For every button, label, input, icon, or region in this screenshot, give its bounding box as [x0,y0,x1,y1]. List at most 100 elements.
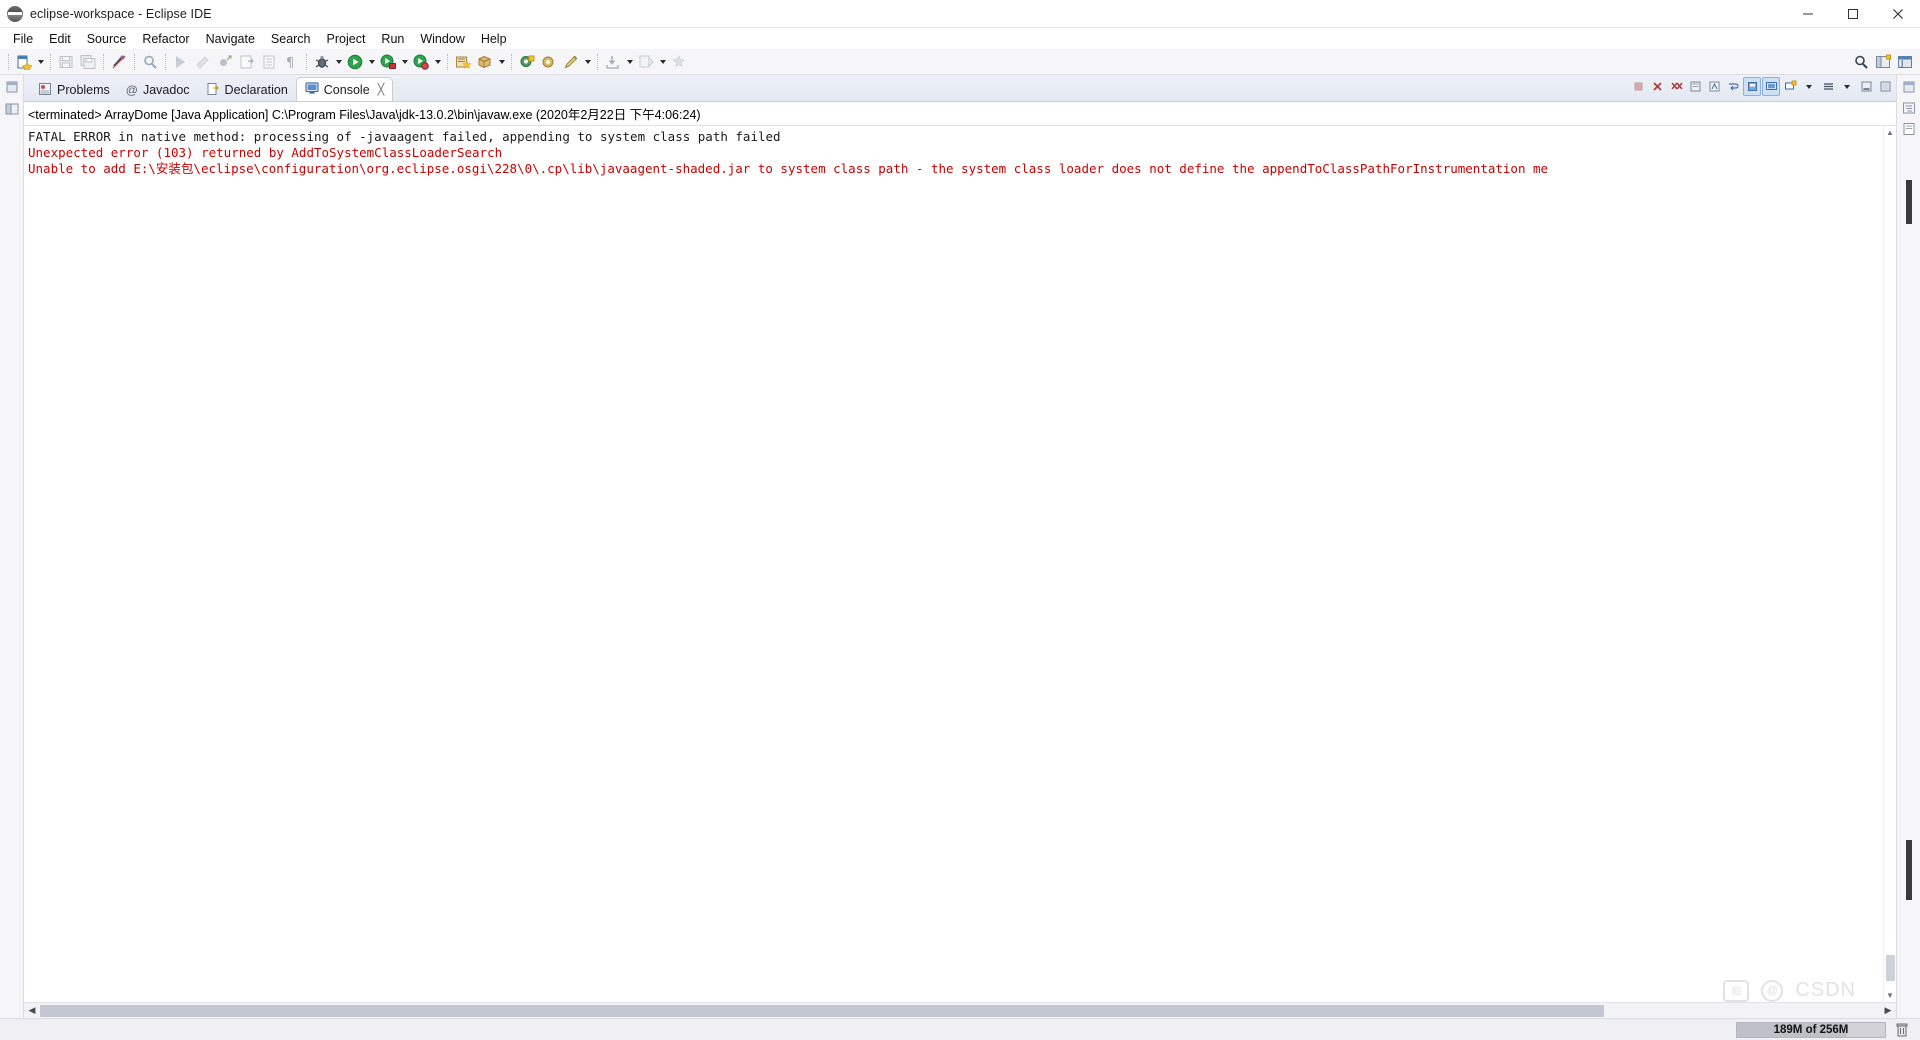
main-toolbar: ¶ J [0,49,1920,75]
terminate-icon[interactable] [1629,77,1647,96]
svg-text:J: J [1900,59,1903,68]
last-edit-icon[interactable] [214,51,236,73]
link-icon[interactable] [108,51,130,73]
menu-label: Run [381,31,405,46]
profile-dropdown-arrow[interactable] [432,51,443,73]
minimize-button[interactable] [1785,0,1830,28]
run-dropdown-arrow[interactable] [366,51,377,73]
menu-item-refactor[interactable]: Refactor [134,31,197,47]
tab-label: Declaration [224,83,288,97]
restore-view-icon[interactable] [1901,79,1917,95]
edit-icon[interactable] [560,51,582,73]
window-controls [1785,0,1920,28]
scroll-lock-icon[interactable] [1705,77,1723,96]
horizontal-scroll-track[interactable] [40,1003,1880,1019]
new-console-arrow[interactable] [1800,77,1818,96]
menu-item-window[interactable]: Window [412,31,472,47]
extra-icon[interactable] [668,51,690,73]
maximize-button[interactable] [1830,0,1875,28]
horizontal-scroll-thumb[interactable] [40,1004,1604,1017]
console-line: Unable to add E:\安装包\eclipse\configurati… [28,161,1549,176]
word-wrap-icon[interactable] [1724,77,1742,96]
console-horizontal-scrollbar[interactable]: ◀ ▶ [24,1002,1896,1018]
menu-item-file[interactable]: File [5,31,41,47]
quick-access-search-icon[interactable] [1850,51,1872,73]
package-explorer-icon[interactable] [4,101,20,117]
pin-console-icon[interactable] [1743,77,1761,96]
menu-item-source[interactable]: Source [79,31,135,47]
display-console-icon[interactable] [1762,77,1780,96]
clear-console-icon[interactable] [1686,77,1704,96]
view-menu-icon[interactable] [1819,77,1837,96]
export-icon[interactable] [635,51,657,73]
pilcrow-icon[interactable]: ¶ [280,51,302,73]
console-output[interactable]: FATAL ERROR in native method: processing… [24,126,1896,1002]
scroll-marker-icon[interactable] [1901,180,1917,224]
right-view-rail [1896,75,1920,1018]
outline-view-icon[interactable] [1901,100,1917,116]
debug-icon[interactable] [311,51,333,73]
new-java-project-icon[interactable] [452,51,474,73]
remove-launch-icon[interactable] [1648,77,1666,96]
trash-icon[interactable] [1892,1021,1912,1039]
java-perspective-icon[interactable]: J [1894,51,1916,73]
previous-annotation-icon[interactable] [192,51,214,73]
menu-item-edit[interactable]: Edit [41,31,79,47]
tab-declaration[interactable]: Declaration [198,79,296,101]
scroll-left-arrow[interactable]: ◀ [24,1003,40,1019]
profile-icon[interactable] [410,51,432,73]
save-icon[interactable] [55,51,77,73]
minimize-view-icon[interactable] [1857,77,1875,96]
import-arrow[interactable] [624,51,635,73]
close-button[interactable] [1875,0,1920,28]
console-icon [305,81,319,98]
tab-javadoc[interactable]: @ Javadoc [118,79,198,101]
export-arrow[interactable] [657,51,668,73]
scroll-down-arrow[interactable]: ▼ [1884,989,1897,1002]
menu-label: File [13,31,34,46]
menu-item-project[interactable]: Project [319,31,374,47]
scroll-right-arrow[interactable]: ▶ [1880,1003,1896,1019]
task-list-icon[interactable] [1901,121,1917,137]
new-wizard-icon[interactable] [13,51,35,73]
menu-label: Source [86,31,127,46]
problems-icon [38,82,52,99]
coverage-dropdown-arrow[interactable] [399,51,410,73]
import-icon[interactable] [602,51,624,73]
run-icon[interactable] [344,51,366,73]
vertical-scroll-thumb[interactable] [1885,955,1895,981]
forward-icon[interactable] [258,51,280,73]
view-menu-arrow[interactable] [1838,77,1856,96]
new-package-icon[interactable] [474,51,496,73]
memory-monitor[interactable]: 189M of 256M [1736,1021,1886,1038]
debug-dropdown-arrow[interactable] [333,51,344,73]
tab-close-icon[interactable]: ╳ [378,83,385,96]
toolbar-separator [50,53,51,70]
menu-item-help[interactable]: Help [473,31,515,47]
new-class-icon[interactable] [516,51,538,73]
remove-all-launches-icon[interactable] [1667,77,1685,96]
tab-problems[interactable]: Problems [30,79,118,101]
scroll-marker-icon-2[interactable] [1901,840,1917,900]
new-package-arrow[interactable] [496,51,507,73]
menu-item-search[interactable]: Search [263,31,319,47]
coverage-icon[interactable] [377,51,399,73]
next-annotation-icon[interactable] [170,51,192,73]
save-all-icon[interactable] [77,51,99,73]
maximize-view-icon[interactable] [1876,77,1894,96]
restore-view-icon[interactable] [4,79,20,95]
menu-item-navigate[interactable]: Navigate [198,31,263,47]
open-perspective-icon[interactable] [1872,51,1894,73]
console-vertical-scrollbar[interactable]: ▲ ▼ [1883,126,1896,1002]
new-interface-icon[interactable] [538,51,560,73]
scroll-up-arrow[interactable]: ▲ [1884,126,1897,139]
tab-label: Console [323,82,370,97]
toolbar-separator [134,53,135,70]
edit-dropdown-arrow[interactable] [582,51,593,73]
menu-item-run[interactable]: Run [373,31,412,47]
tab-console[interactable]: Console ╳ [295,77,394,101]
new-console-icon[interactable] [1781,77,1799,96]
new-dropdown-arrow[interactable] [35,51,46,73]
back-icon[interactable] [236,51,258,73]
search-icon[interactable] [139,51,161,73]
